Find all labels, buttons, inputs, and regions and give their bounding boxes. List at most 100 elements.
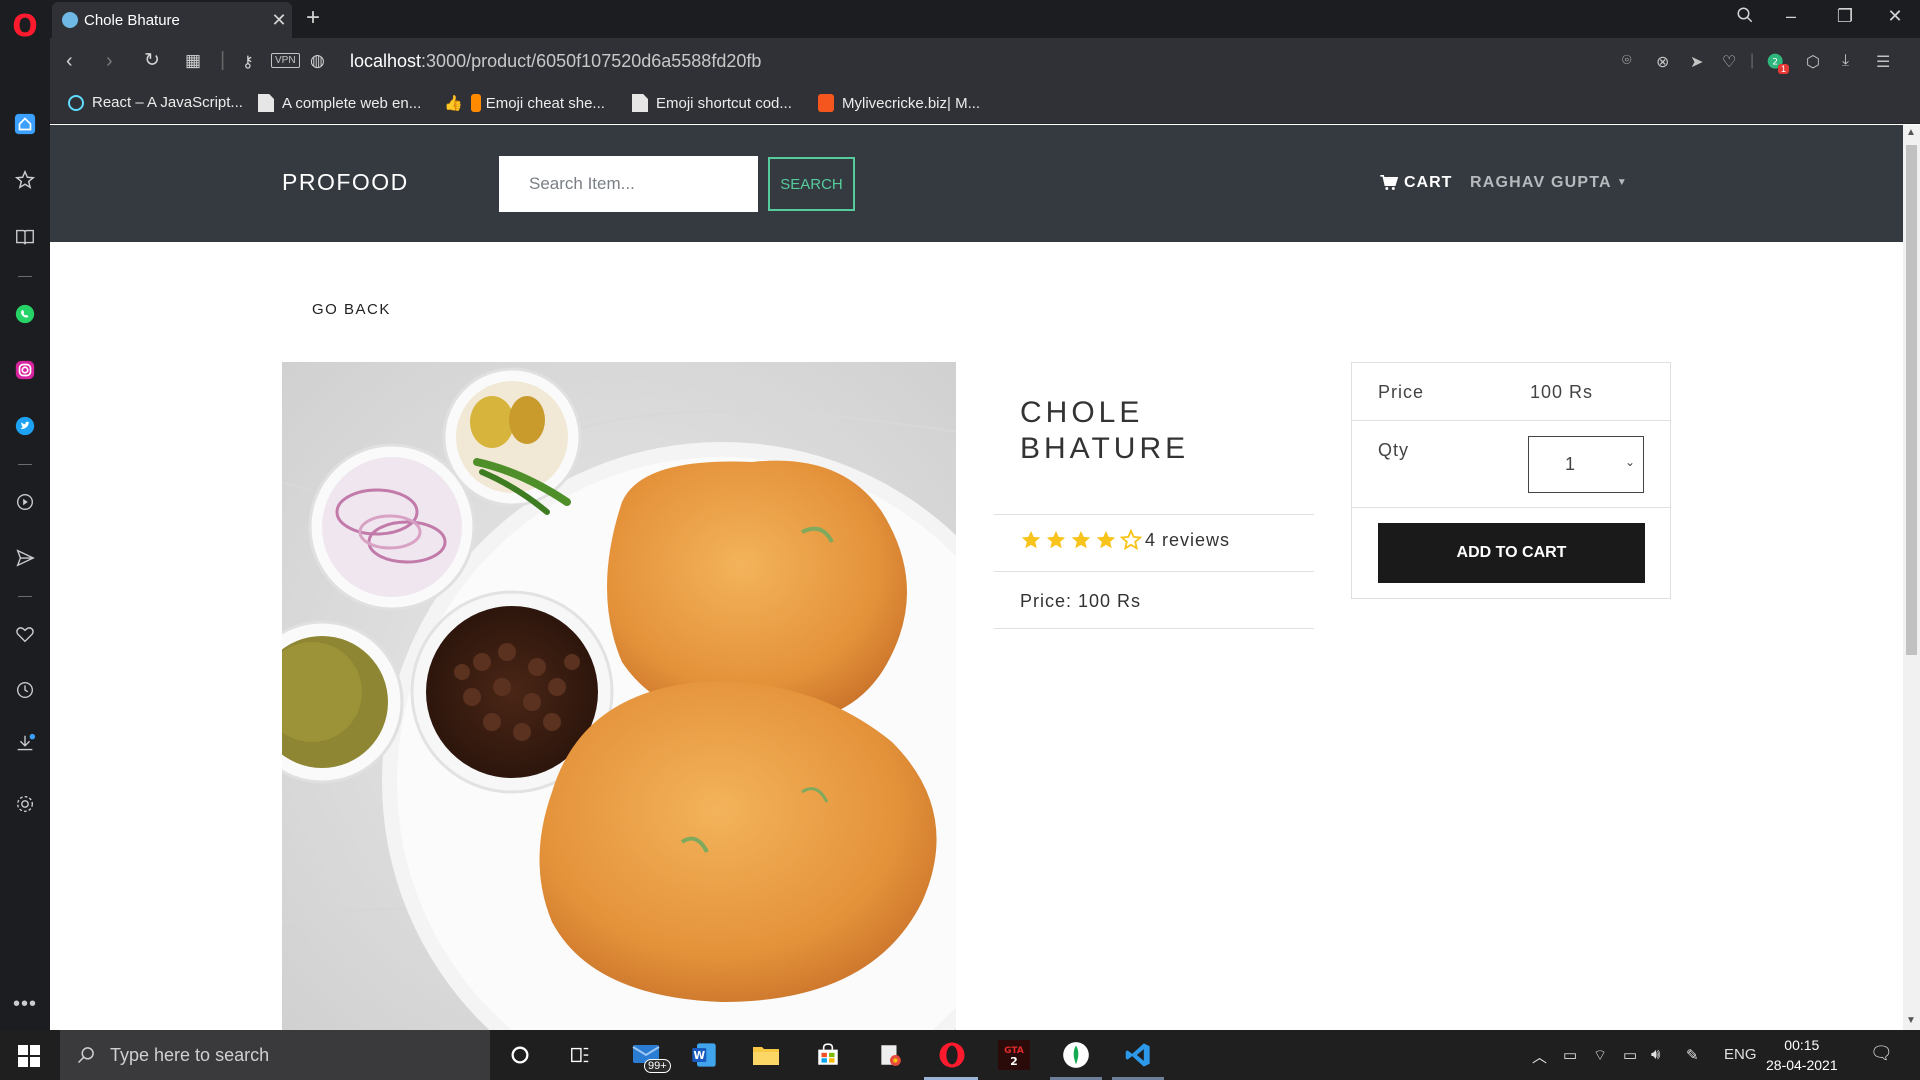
- cortana-icon[interactable]: [504, 1039, 536, 1071]
- player-button[interactable]: [0, 482, 50, 522]
- more-options-icon[interactable]: •••: [0, 984, 50, 1024]
- game-app-icon[interactable]: GTA 2: [998, 1039, 1030, 1071]
- search-input[interactable]: [499, 156, 758, 212]
- back-arrow-icon[interactable]: ‹: [66, 50, 73, 73]
- pen-workspace-icon[interactable]: ✎: [1686, 1046, 1699, 1064]
- home-icon: [14, 113, 36, 135]
- qty-select[interactable]: 1 ⌄: [1528, 436, 1644, 493]
- search-button[interactable]: SEARCH: [768, 157, 855, 211]
- mongodb-compass-icon[interactable]: [1060, 1039, 1092, 1071]
- adblock-icon[interactable]: ⊗: [1656, 52, 1669, 72]
- add-to-cart-button[interactable]: ADD TO CART: [1378, 523, 1645, 583]
- whatsapp-button[interactable]: [0, 294, 50, 334]
- task-view-icon[interactable]: [564, 1039, 596, 1071]
- web-page: PROFOOD SEARCH CART RAGHAV GUPTA ▼ GO BA…: [50, 125, 1903, 1030]
- gear-icon: [16, 795, 34, 813]
- downloads-sidebar-button[interactable]: [0, 724, 50, 764]
- cube-extension-icon[interactable]: ⬡: [1806, 52, 1820, 72]
- chevron-down-icon: ⌄: [1624, 455, 1635, 469]
- download-icon: [17, 733, 36, 751]
- windows-start-icon[interactable]: [18, 1045, 40, 1067]
- bookmarks-sidebar-button[interactable]: [0, 160, 50, 200]
- bookmark-web-en[interactable]: A complete web en...: [258, 94, 421, 112]
- reading-list-button[interactable]: [0, 217, 50, 257]
- meet-now-icon[interactable]: ▭: [1563, 1046, 1577, 1064]
- bookmark-react[interactable]: React – A JavaScript...: [68, 94, 243, 111]
- extension-green-icon[interactable]: 2 1: [1766, 52, 1790, 77]
- bookmark-emoji-cheat[interactable]: 👍 Emoji cheat she...: [444, 94, 605, 112]
- user-dropdown[interactable]: RAGHAV GUPTA ▼: [1470, 174, 1628, 192]
- reload-icon[interactable]: ↻: [144, 49, 160, 72]
- notification-center-icon[interactable]: 🗨︎: [1870, 1043, 1893, 1064]
- blogger-icon: [818, 94, 834, 112]
- taskbar-search-box[interactable]: Type here to search: [60, 1030, 490, 1080]
- document-icon: [632, 94, 648, 112]
- snapshot-camera-icon[interactable]: ⌾: [1622, 52, 1632, 70]
- user-name: RAGHAV GUPTA: [1470, 174, 1612, 191]
- snipping-tool-icon[interactable]: [874, 1039, 906, 1071]
- speed-dial-button[interactable]: [0, 104, 50, 144]
- my-flow-heart-button[interactable]: [0, 614, 50, 654]
- new-tab-plus-icon[interactable]: +: [306, 4, 320, 32]
- mail-app-icon[interactable]: 99+: [628, 1039, 671, 1073]
- close-window-icon[interactable]: ✕: [1880, 6, 1910, 27]
- scroll-thumb[interactable]: [1906, 145, 1917, 655]
- close-tab-icon[interactable]: ✕: [266, 10, 292, 31]
- product-title-line2: BHATURE: [1020, 432, 1190, 465]
- site-navbar: PROFOOD SEARCH CART RAGHAV GUPTA ▼: [50, 125, 1903, 242]
- system-clock[interactable]: 00:15 28-04-2021: [1766, 1035, 1838, 1075]
- wifi-icon[interactable]: ⌔: [1593, 1046, 1607, 1065]
- bookmark-emoji-shortcut[interactable]: Emoji shortcut cod...: [632, 94, 792, 112]
- instagram-button[interactable]: [0, 350, 50, 390]
- divider: [1352, 507, 1670, 508]
- tab-chole-bhature[interactable]: Chole Bhature ✕: [52, 2, 292, 38]
- opera-logo-icon: O: [12, 8, 38, 44]
- key-icon[interactable]: ⚷: [242, 52, 254, 72]
- bookmark-heart-icon[interactable]: ♡: [1722, 52, 1736, 72]
- opera-taskbar-icon[interactable]: [936, 1039, 968, 1071]
- minimize-window-icon[interactable]: –: [1776, 6, 1806, 27]
- restore-window-icon[interactable]: ❐: [1830, 6, 1860, 27]
- show-hidden-icons-chevron[interactable]: ︿: [1532, 1046, 1547, 1067]
- forward-arrow-icon[interactable]: ›: [106, 50, 113, 73]
- card-price-value: 100 Rs: [1530, 382, 1594, 402]
- downloads-icon[interactable]: ⤓: [1842, 52, 1849, 70]
- input-language[interactable]: ENG: [1724, 1046, 1757, 1063]
- vscode-icon[interactable]: [1122, 1039, 1154, 1071]
- go-back-button[interactable]: GO BACK: [312, 301, 391, 318]
- twitter-icon: [15, 416, 35, 436]
- volume-icon[interactable]: 🔊︎: [1651, 1046, 1660, 1063]
- tab-title: Chole Bhature: [84, 11, 180, 29]
- divider: [994, 628, 1314, 629]
- twitter-button[interactable]: [0, 406, 50, 446]
- toolbar-divider: |: [1750, 52, 1755, 69]
- divider: [994, 514, 1314, 515]
- scroll-down-icon[interactable]: ▼: [1906, 1015, 1916, 1026]
- brand-logo[interactable]: PROFOOD: [282, 169, 409, 196]
- mail-badge: 99+: [644, 1059, 671, 1073]
- cart-link[interactable]: CART: [1380, 174, 1452, 192]
- globe-icon[interactable]: ◍: [310, 51, 325, 71]
- bookmark-mylivecricke[interactable]: Mylivecricke.biz| M...: [818, 94, 980, 112]
- history-button[interactable]: [0, 670, 50, 710]
- url-host: localhost: [350, 51, 422, 71]
- settings-button[interactable]: [0, 784, 50, 824]
- bookmark-label: Emoji shortcut cod...: [656, 94, 792, 112]
- opera-menu-button[interactable]: O: [0, 6, 50, 46]
- easy-setup-icon[interactable]: ☰: [1876, 52, 1890, 72]
- url-field[interactable]: localhost:3000/product/6050f107520d6a558…: [350, 51, 761, 72]
- flow-button[interactable]: [0, 538, 50, 578]
- vpn-badge[interactable]: VPN: [271, 53, 300, 68]
- file-explorer-icon[interactable]: [750, 1039, 782, 1071]
- scroll-up-icon[interactable]: ▲: [1906, 127, 1916, 138]
- tab-grid-icon[interactable]: ▦: [185, 51, 201, 71]
- search-tabs-icon[interactable]: [1730, 6, 1760, 29]
- rating-stars: [1020, 529, 1145, 551]
- page-scrollbar[interactable]: ▲ ▼: [1903, 125, 1920, 1030]
- svg-text:2: 2: [1010, 1055, 1018, 1068]
- store-app-icon[interactable]: [812, 1039, 844, 1071]
- word-app-icon[interactable]: W: [688, 1039, 720, 1071]
- instagram-icon: [15, 360, 35, 380]
- battery-icon[interactable]: ▭: [1623, 1046, 1637, 1064]
- send-to-flow-icon[interactable]: ➤: [1690, 52, 1703, 72]
